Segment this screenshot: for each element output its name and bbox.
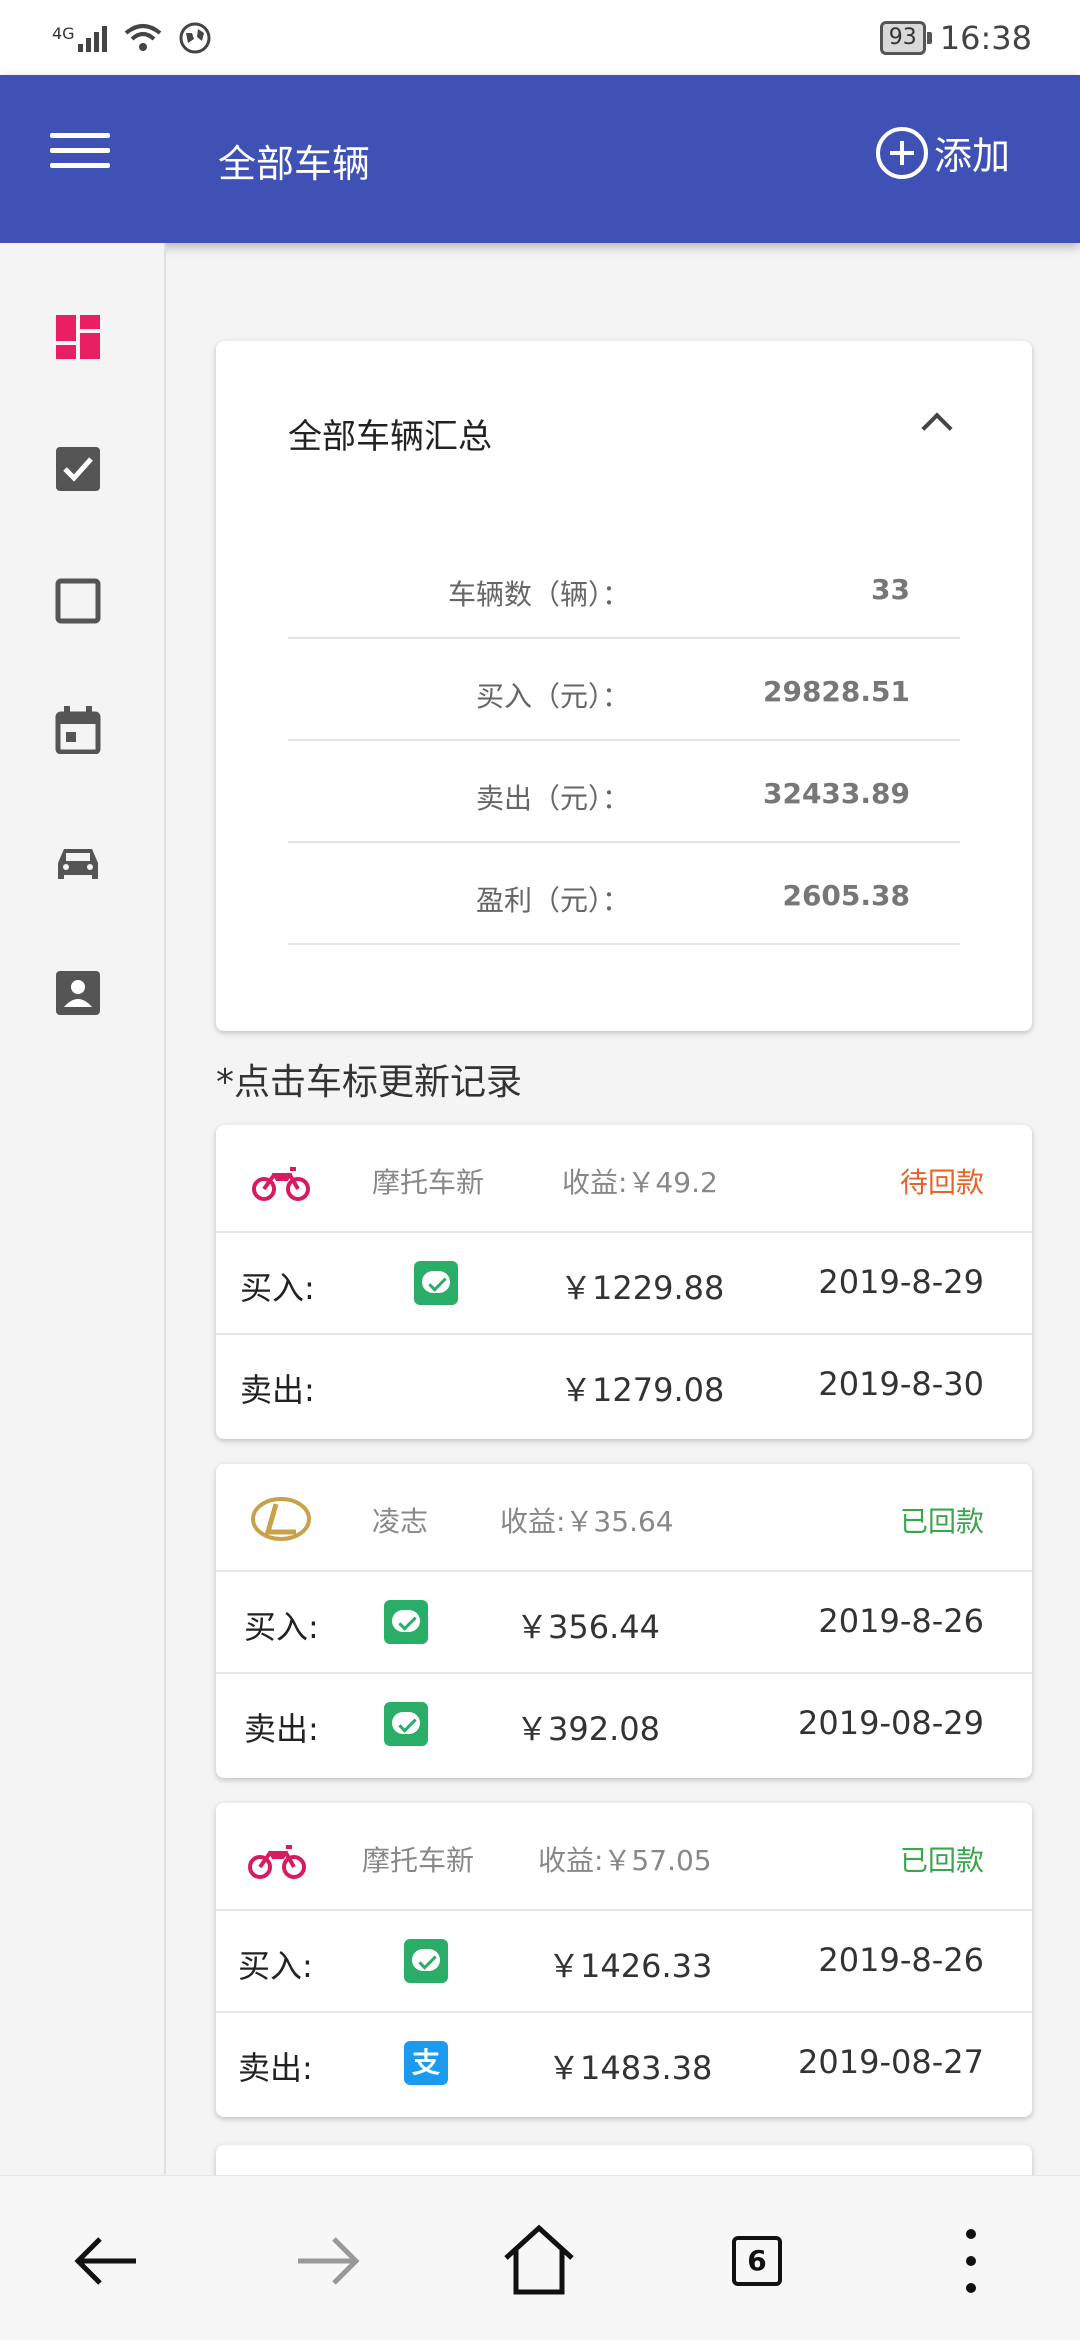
home-icon[interactable] (494, 2216, 584, 2306)
vehicle-name: 摩托车新 (372, 1166, 485, 1199)
buy-label: 买入: (244, 1608, 319, 1646)
vehicle-name: 摩托车新 (362, 1844, 475, 1877)
checked-box-icon[interactable] (54, 445, 102, 493)
signal-icon: 4G (52, 24, 108, 52)
sell-date: 2019-8-30 (818, 1365, 984, 1403)
buy-row: 买入: ￥1426.33 2019-8-26 (216, 1911, 1032, 2013)
page-title: 全部车辆 (218, 142, 371, 186)
summary-label: 卖出（元）： (475, 782, 630, 815)
buy-row: 买入: ￥356.44 2019-8-26 (216, 1572, 1032, 1674)
summary-label: 盈利（元）： (475, 884, 630, 917)
buy-label: 买入: (238, 1947, 313, 1985)
summary-row-vehicles: 车辆数（辆）： 33 (288, 537, 960, 639)
sell-row: 卖出: 支 ￥1483.38 2019-08-27 (216, 2013, 1032, 2115)
buy-amount: ￥356.44 (516, 1608, 660, 1646)
summary-value: 2605.38 (782, 879, 910, 912)
sell-row: 卖出: ￥1279.08 2019-8-30 (216, 1335, 1032, 1437)
summary-value: 29828.51 (762, 675, 910, 708)
payment-status: 待回款 (899, 1166, 984, 1199)
record-header: 凌志 收益:￥35.64 已回款 (216, 1464, 1032, 1572)
buy-date: 2019-8-26 (818, 1602, 984, 1640)
summary-value: 33 (871, 573, 910, 606)
buy-amount: ￥1229.88 (560, 1269, 725, 1307)
wechat-pay-icon (404, 1939, 448, 1983)
globe-icon (179, 22, 211, 53)
battery-indicator: 93 (879, 20, 932, 55)
vehicle-record-card: 摩托车新 收益:￥49.2 待回款 买入: ￥1229.88 2019-8-29… (216, 1125, 1032, 1439)
buy-label: 买入: (240, 1269, 315, 1307)
sell-label: 卖出: (240, 1371, 315, 1409)
status-left: 4G (52, 21, 212, 55)
wechat-pay-icon (384, 1702, 428, 1746)
vehicle-profit: 收益:￥35.64 (500, 1505, 674, 1538)
summary-row-sell: 卖出（元）： 32433.89 (288, 741, 960, 843)
main-content: 全部车辆汇总 车辆数（辆）： 33 买入（元）： 29828.51 卖出（元）：… (168, 243, 1080, 2185)
add-button[interactable]: 添加 (875, 125, 1010, 180)
alipay-icon: 支 (404, 2041, 448, 2085)
status-right: 93 16:38 (879, 18, 1032, 57)
summary-value: 32433.89 (762, 777, 910, 810)
sell-date: 2019-08-27 (798, 2043, 984, 2081)
sell-label: 卖出: (238, 2049, 313, 2087)
menu-icon-line (50, 148, 110, 153)
sell-amount: ￥1279.08 (560, 1371, 725, 1409)
buy-row: 买入: ￥1229.88 2019-8-29 (216, 1233, 1032, 1335)
browser-bottom-bar: 6 (0, 2175, 1080, 2340)
unchecked-box-icon[interactable] (54, 577, 102, 625)
summary-card: 全部车辆汇总 车辆数（辆）： 33 买入（元）： 29828.51 卖出（元）：… (216, 341, 1032, 1031)
back-arrow-icon[interactable] (64, 2216, 154, 2306)
hint-text: *点击车标更新记录 (216, 1062, 523, 1103)
calendar-icon[interactable] (54, 706, 102, 754)
wechat-pay-icon (414, 1261, 458, 1305)
vehicle-record-card: 摩托车新 收益:￥57.05 已回款 买入: ￥1426.33 2019-8-2… (216, 1803, 1032, 2117)
sell-amount: ￥392.08 (516, 1710, 660, 1748)
network-type: 4G (52, 23, 75, 43)
forward-arrow-icon[interactable] (280, 2216, 370, 2306)
menu-button[interactable] (50, 133, 110, 183)
chevron-up-icon[interactable] (921, 412, 953, 444)
add-button-label: 添加 (933, 134, 1010, 178)
status-bar: 4G 93 16:38 (0, 0, 1080, 75)
motorcycle-icon[interactable] (250, 1149, 312, 1211)
vehicle-profit: 收益:￥49.2 (562, 1166, 718, 1199)
buy-date: 2019-8-26 (818, 1941, 984, 1979)
menu-icon-line (50, 163, 110, 168)
more-vertical-icon[interactable] (926, 2216, 1016, 2306)
vehicle-profit: 收益:￥57.05 (538, 1844, 712, 1877)
record-header: 摩托车新 收益:￥57.05 已回款 (216, 1803, 1032, 1911)
dashboard-icon[interactable] (54, 313, 102, 361)
tabs-button[interactable]: 6 (710, 2216, 800, 2306)
contact-card-icon[interactable] (54, 969, 102, 1017)
summary-row-buy: 买入（元）： 29828.51 (288, 639, 960, 741)
buy-amount: ￥1426.33 (548, 1947, 713, 1985)
summary-label: 买入（元）： (475, 680, 630, 713)
wifi-icon (124, 23, 161, 51)
sell-date: 2019-08-29 (798, 1704, 984, 1742)
summary-title: 全部车辆汇总 (288, 417, 492, 457)
sidebar (0, 243, 166, 2175)
sell-label: 卖出: (244, 1710, 319, 1748)
wechat-pay-icon (384, 1600, 428, 1644)
vehicle-record-card: 凌志 收益:￥35.64 已回款 买入: ￥356.44 2019-8-26 卖… (216, 1464, 1032, 1778)
payment-status: 已回款 (899, 1844, 984, 1877)
car-icon[interactable] (54, 839, 102, 887)
clock: 16:38 (939, 18, 1032, 57)
summary-label: 车辆数（辆）： (447, 578, 630, 611)
buy-date: 2019-8-29 (818, 1263, 984, 1301)
motorcycle-icon[interactable] (246, 1827, 308, 1889)
sell-row: 卖出: ￥392.08 2019-08-29 (216, 1674, 1032, 1776)
app-bar: 全部车辆 添加 (0, 75, 1080, 243)
vehicle-name: 凌志 (372, 1505, 429, 1538)
tabs-count: 6 (732, 2236, 782, 2286)
menu-icon (50, 133, 110, 138)
sell-amount: ￥1483.38 (548, 2049, 713, 2087)
record-header: 摩托车新 收益:￥49.2 待回款 (216, 1125, 1032, 1233)
add-circle-icon (875, 126, 928, 179)
payment-status: 已回款 (899, 1505, 984, 1538)
lexus-logo-icon[interactable] (250, 1488, 312, 1550)
summary-row-profit: 盈利（元）： 2605.38 (288, 843, 960, 945)
